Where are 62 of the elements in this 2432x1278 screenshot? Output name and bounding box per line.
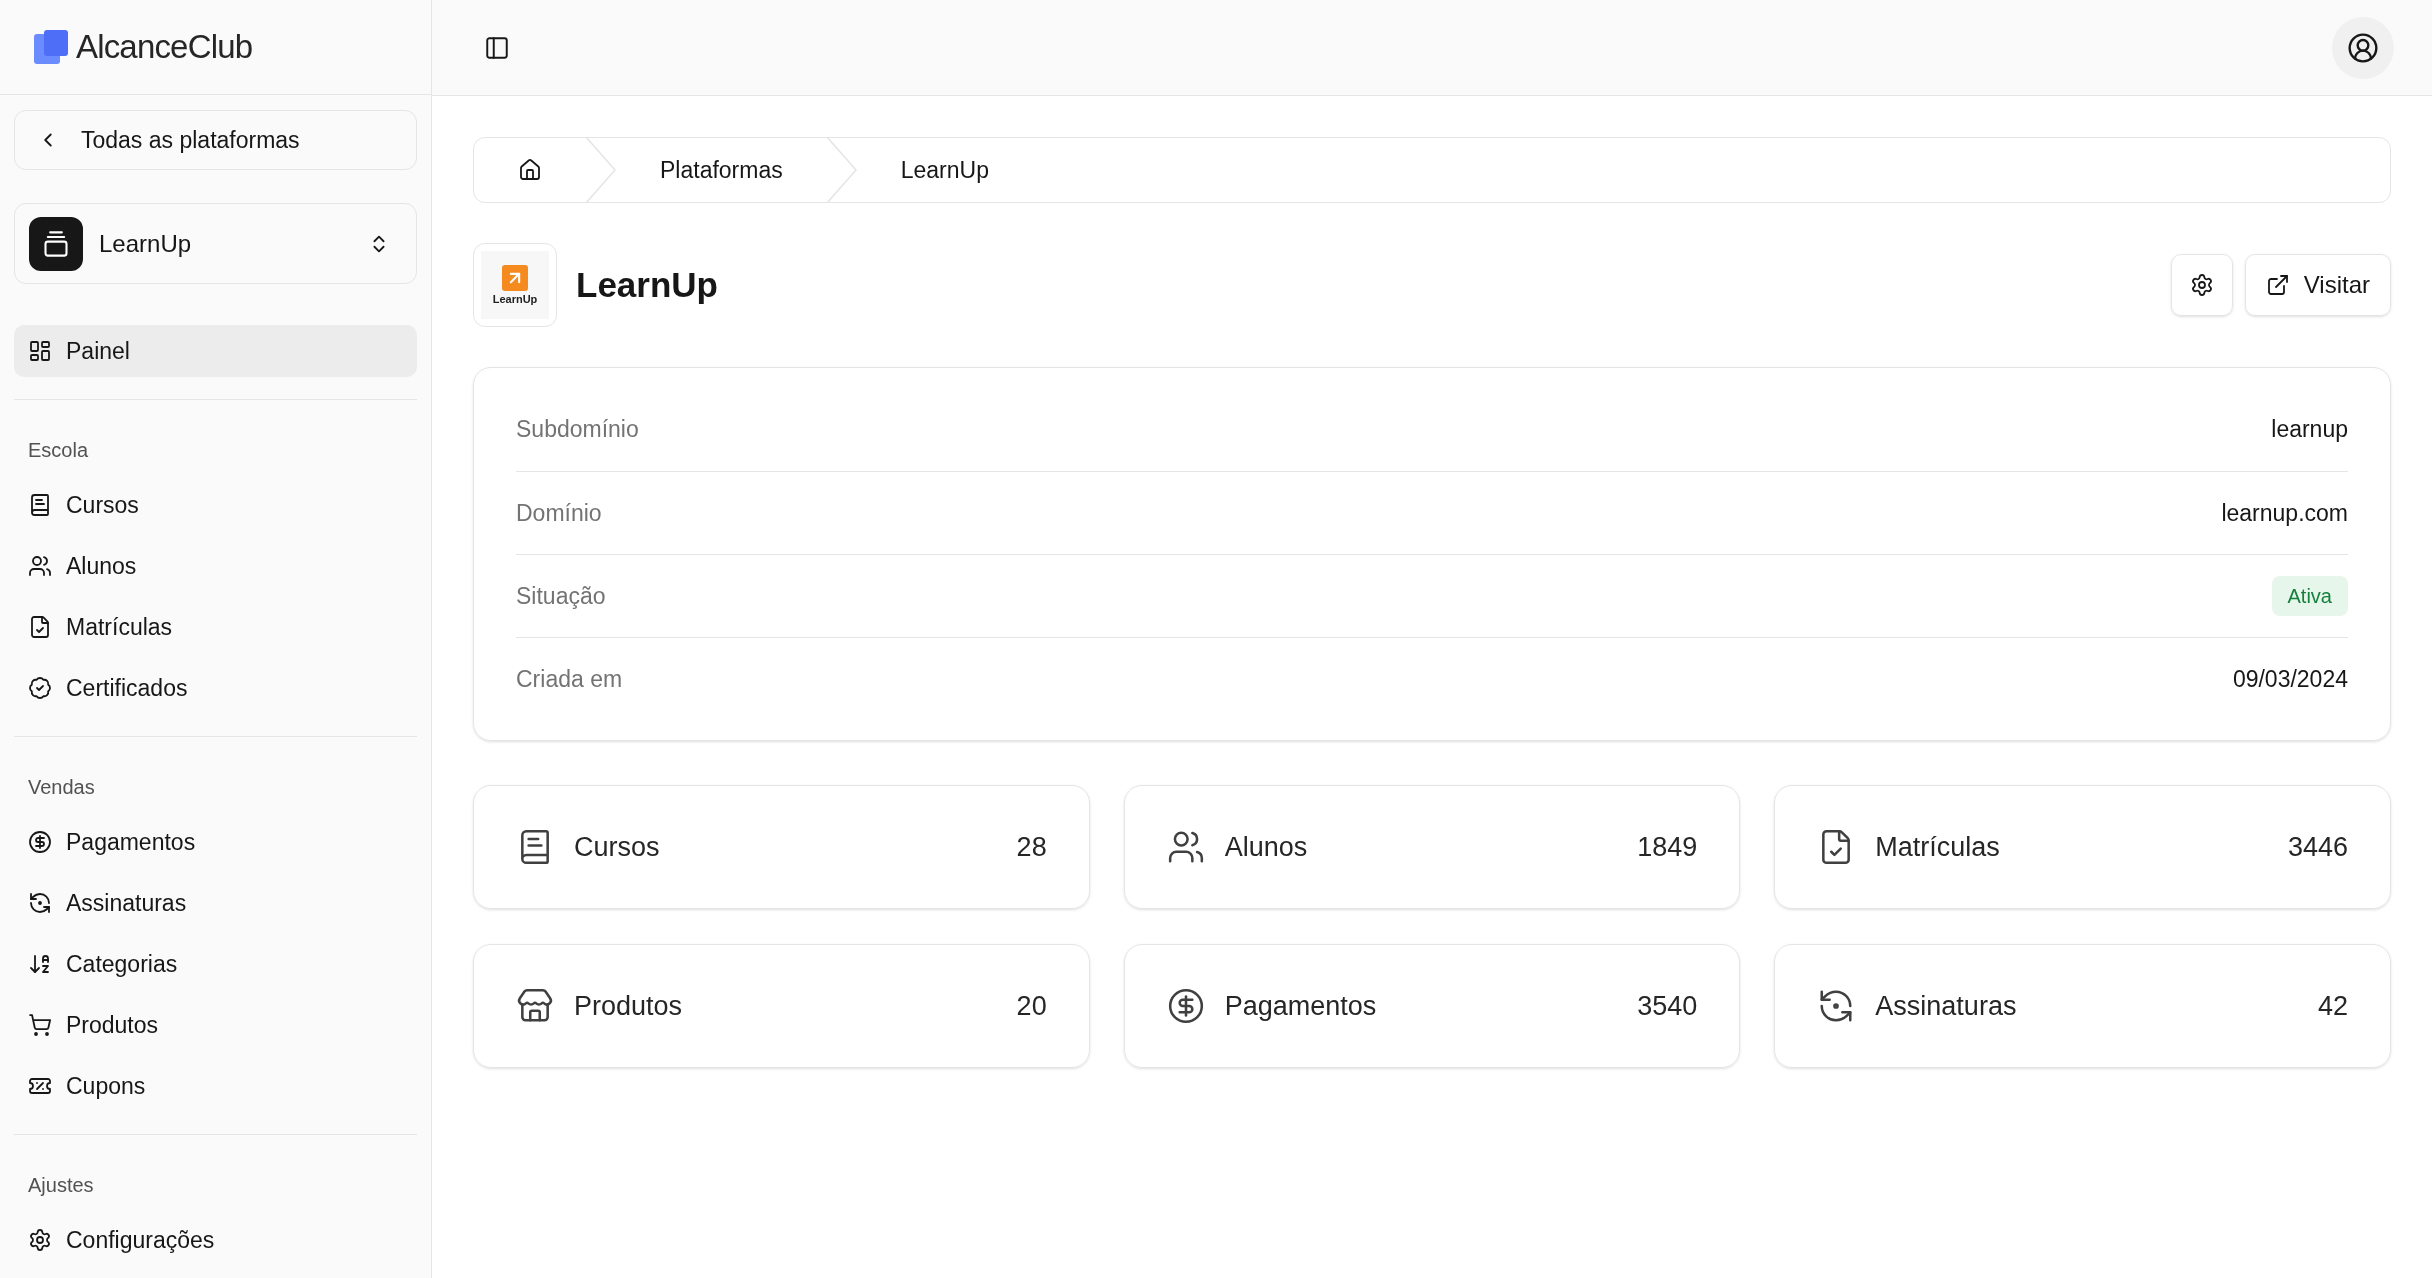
sidebar-item[interactable]: Pagamentos [14,816,417,868]
platform-logo: LearnUp [473,243,557,327]
badge-check-icon [28,676,52,700]
user-icon [2347,31,2379,64]
stat-value: 3446 [2287,830,2348,864]
refresh-icon [28,891,52,915]
stat-value: 3540 [1637,989,1698,1023]
stat-value: 20 [1016,989,1047,1023]
stat-label: Assinaturas [1875,989,2017,1023]
external-link-icon [2265,273,2290,297]
back-button[interactable]: Todas as plataformas [14,110,417,170]
stat-label: Matrículas [1875,830,2000,864]
sidebar-item[interactable]: Cupons [14,1060,417,1112]
sidebar-item[interactable]: Categorias [14,938,417,990]
breadcrumb-link[interactable]: Plataformas [616,152,827,188]
stat-label: Cursos [574,830,660,864]
sidebar-item[interactable]: Cursos [14,479,417,531]
dollar-icon [28,830,52,854]
sidebar-item[interactable]: Assinaturas [14,877,417,929]
settings-icon [28,1228,52,1252]
brand-name: AlcanceClub [76,27,253,68]
sidebar-item[interactable]: Produtos [14,999,417,1051]
detail-label: Domínio [516,498,602,528]
stat-label: Pagamentos [1224,989,1377,1023]
visit-button[interactable]: Visitar [2244,254,2391,316]
platform-select[interactable]: LearnUp [14,203,417,284]
breadcrumb-link[interactable]: LearnUp [856,152,1033,188]
settings-icon [2189,273,2214,297]
sidebar-item[interactable]: Painel [14,325,417,377]
section-label: Vendas [27,775,96,800]
sidebar-item[interactable]: Matrículas [14,601,417,653]
store-icon [516,987,554,1025]
sidebar-toggle-icon[interactable] [484,34,510,61]
home-icon[interactable] [518,158,542,182]
stat-value: 1849 [1637,830,1698,864]
platform-title: LearnUp [576,263,718,306]
sidebar-item[interactable]: Certificados [14,662,417,714]
stat-label: Alunos [1224,830,1308,864]
file-check-icon [28,615,52,639]
users-icon [28,554,52,578]
detail-label: Criada em [516,664,623,694]
settings-button[interactable] [2170,254,2233,316]
stat-value: 42 [2317,989,2348,1023]
dollar-icon [1166,987,1205,1025]
detail-label: Subdomínio [516,415,639,445]
stat-value: 28 [1016,830,1047,864]
logo-icon [34,30,68,64]
status-badge: Ativa [2271,576,2348,616]
sidebar-item[interactable]: Alunos [14,540,417,592]
detail-label: Situação [516,581,606,611]
sort-icon [28,952,52,976]
section-label: Ajustes [27,1173,95,1198]
book-icon [28,493,52,517]
sidebar-item[interactable]: Configurações [14,1214,417,1266]
detail-value: 09/03/2024 [2232,664,2348,694]
detail-value: learnup.com [2221,498,2348,528]
platform-icon [29,216,83,271]
section-label: Escola [27,438,90,463]
dashboard-icon [28,339,52,363]
stat-label: Produtos [574,989,683,1023]
cart-icon [28,1013,52,1037]
detail-value: learnup [2271,415,2348,445]
